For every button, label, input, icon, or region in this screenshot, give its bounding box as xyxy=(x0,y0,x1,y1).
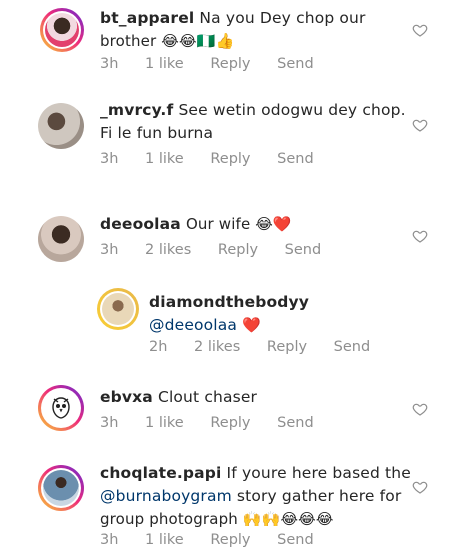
reply-button[interactable]: Reply xyxy=(210,415,250,431)
avatar[interactable] xyxy=(97,288,139,330)
reply-button[interactable]: Reply xyxy=(210,532,250,548)
username[interactable]: deeoolaa xyxy=(100,215,181,233)
comment-text: bt_apparel Na you Dey chop our brother 😂… xyxy=(100,7,366,53)
comment-text: choqlate.papi If youre here based the @b… xyxy=(100,462,411,531)
heart-outline-icon[interactable] xyxy=(412,22,428,38)
reply-button[interactable]: Reply xyxy=(210,56,250,72)
username[interactable]: choqlate.papi xyxy=(100,464,221,482)
timestamp: 3h xyxy=(100,56,119,72)
comment-meta: 3h 1 like Reply Send xyxy=(100,151,336,167)
username[interactable]: diamondthebodyy xyxy=(149,293,309,311)
username[interactable]: _mvrcy.f xyxy=(100,101,173,119)
timestamp: 3h xyxy=(100,415,119,431)
heart-outline-icon[interactable] xyxy=(412,117,428,133)
likes-count[interactable]: 1 like xyxy=(145,532,184,548)
likes-count[interactable]: 2 likes xyxy=(145,242,191,258)
username[interactable]: bt_apparel xyxy=(100,9,194,27)
reply-button[interactable]: Reply xyxy=(210,151,250,167)
timestamp: 3h xyxy=(100,242,119,258)
comment-line: If youre here based the xyxy=(226,464,411,482)
comment-text: _mvrcy.f See wetin odogwu dey chop. Fi l… xyxy=(100,99,406,145)
comment-meta: 2h 2 likes Reply Send xyxy=(149,339,392,355)
comment-meta: 3h 1 like Reply Send xyxy=(100,56,336,72)
avatar[interactable] xyxy=(40,8,84,52)
heart-outline-icon[interactable] xyxy=(412,479,428,495)
comment-line: Fi le fun burna xyxy=(100,124,214,142)
comment-line: Na you Dey chop our xyxy=(199,9,366,27)
send-button[interactable]: Send xyxy=(277,532,314,548)
likes-count[interactable]: 1 like xyxy=(145,56,184,72)
send-button[interactable]: Send xyxy=(277,415,314,431)
timestamp: 2h xyxy=(149,339,168,355)
avatar[interactable] xyxy=(38,465,84,511)
likes-count[interactable]: 1 like xyxy=(145,415,184,431)
comment-text: ebvxa Clout chaser xyxy=(100,386,257,409)
heart-outline-icon[interactable] xyxy=(412,401,428,417)
avatar[interactable] xyxy=(38,103,84,149)
comment-line: See wetin odogwu dey chop. xyxy=(178,101,406,119)
heart-outline-icon[interactable] xyxy=(412,228,428,244)
owl-logo-icon xyxy=(52,397,70,419)
likes-count[interactable]: 1 like xyxy=(145,151,184,167)
timestamp: 3h xyxy=(100,532,119,548)
comment-line: story gather here for xyxy=(231,487,402,505)
mention-link[interactable]: @deeoolaa xyxy=(149,316,237,334)
comment-line: group photograph 🙌🙌😂😂😂 xyxy=(100,510,334,528)
send-button[interactable]: Send xyxy=(277,151,314,167)
reply-button[interactable]: Reply xyxy=(267,339,307,355)
avatar[interactable] xyxy=(38,216,84,262)
comment-line: ❤️ xyxy=(242,316,261,334)
comment-meta: 3h 1 like Reply Send xyxy=(100,532,336,548)
likes-count[interactable]: 2 likes xyxy=(194,339,240,355)
avatar[interactable] xyxy=(38,385,84,431)
comment-meta: 3h 2 likes Reply Send xyxy=(100,242,343,258)
comment-text: diamondthebodyy @deeoolaa ❤️ xyxy=(149,291,309,337)
send-button[interactable]: Send xyxy=(277,56,314,72)
comment-line: brother 😂😂🇳🇬👍 xyxy=(100,32,235,50)
timestamp: 3h xyxy=(100,151,119,167)
username[interactable]: ebvxa xyxy=(100,388,153,406)
comment-meta: 3h 1 like Reply Send xyxy=(100,415,336,431)
send-button[interactable]: Send xyxy=(285,242,322,258)
reply-button[interactable]: Reply xyxy=(218,242,258,258)
mention-link[interactable]: @burnaboygram xyxy=(100,487,232,505)
comment-text: deeoolaa Our wife 😂❤️ xyxy=(100,213,292,236)
comment-line: Clout chaser xyxy=(158,388,258,406)
send-button[interactable]: Send xyxy=(334,339,371,355)
comment-line: Our wife 😂❤️ xyxy=(185,215,292,233)
